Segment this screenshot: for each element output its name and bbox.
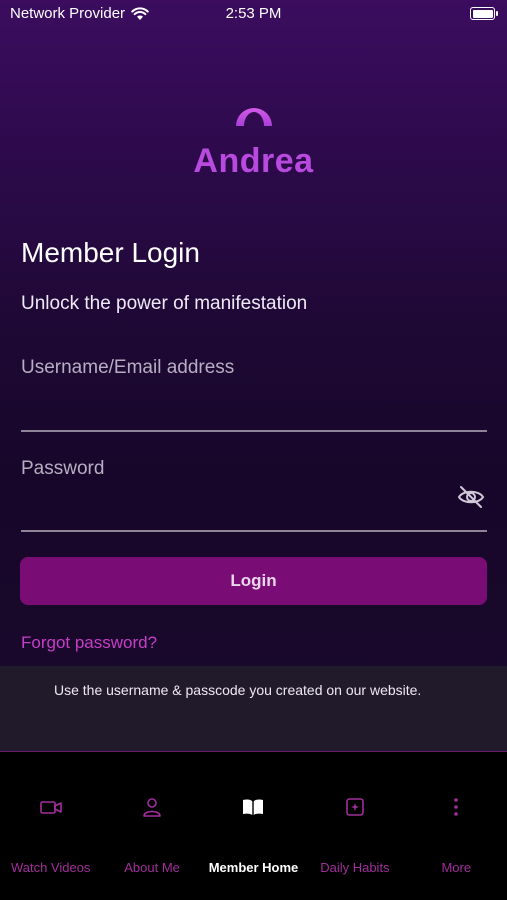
open-book-icon (243, 799, 264, 815)
person-icon (143, 798, 161, 817)
video-camera-icon (39, 801, 62, 814)
status-bar: Network Provider 2:53 PM (0, 0, 507, 28)
brand-name: Andrea (193, 142, 314, 180)
status-time: 2:53 PM (225, 5, 282, 22)
tab-bar: Watch Videos About Me Member Home Daily … (0, 753, 507, 900)
username-field[interactable]: Username/Email address (21, 357, 234, 379)
tab-label: Watch Videos (10, 860, 91, 875)
forgot-password-link[interactable]: Forgot password? (21, 633, 157, 653)
more-vertical-icon (454, 798, 459, 816)
password-field[interactable]: Password (21, 458, 104, 480)
tab-watch-videos[interactable]: Watch Videos (0, 753, 101, 900)
login-button[interactable]: Login (20, 557, 487, 605)
page-subtitle: Unlock the power of manifestation (21, 293, 308, 314)
info-panel: Use the username & passcode you created … (0, 666, 507, 752)
password-underline (21, 530, 487, 532)
tab-member-home[interactable]: Member Home (203, 753, 304, 900)
tab-label: Member Home (208, 860, 299, 875)
login-screen: Network Provider 2:53 PM Andrea Member L… (0, 0, 507, 752)
tab-label: More (441, 860, 472, 875)
tab-label: Daily Habits (320, 860, 390, 875)
eye-slash-icon[interactable] (457, 485, 485, 509)
page-title: Member Login (21, 237, 200, 268)
tab-daily-habits[interactable]: Daily Habits (304, 753, 405, 900)
sparkle-square-icon (346, 798, 364, 816)
battery-full-icon (470, 7, 498, 20)
tab-more[interactable]: More (406, 753, 507, 900)
arch-logo-icon (236, 108, 272, 126)
tab-label: About Me (124, 860, 180, 875)
tab-about-me[interactable]: About Me (101, 753, 202, 900)
info-text: Use the username & passcode you created … (54, 682, 422, 698)
username-underline (21, 430, 487, 432)
